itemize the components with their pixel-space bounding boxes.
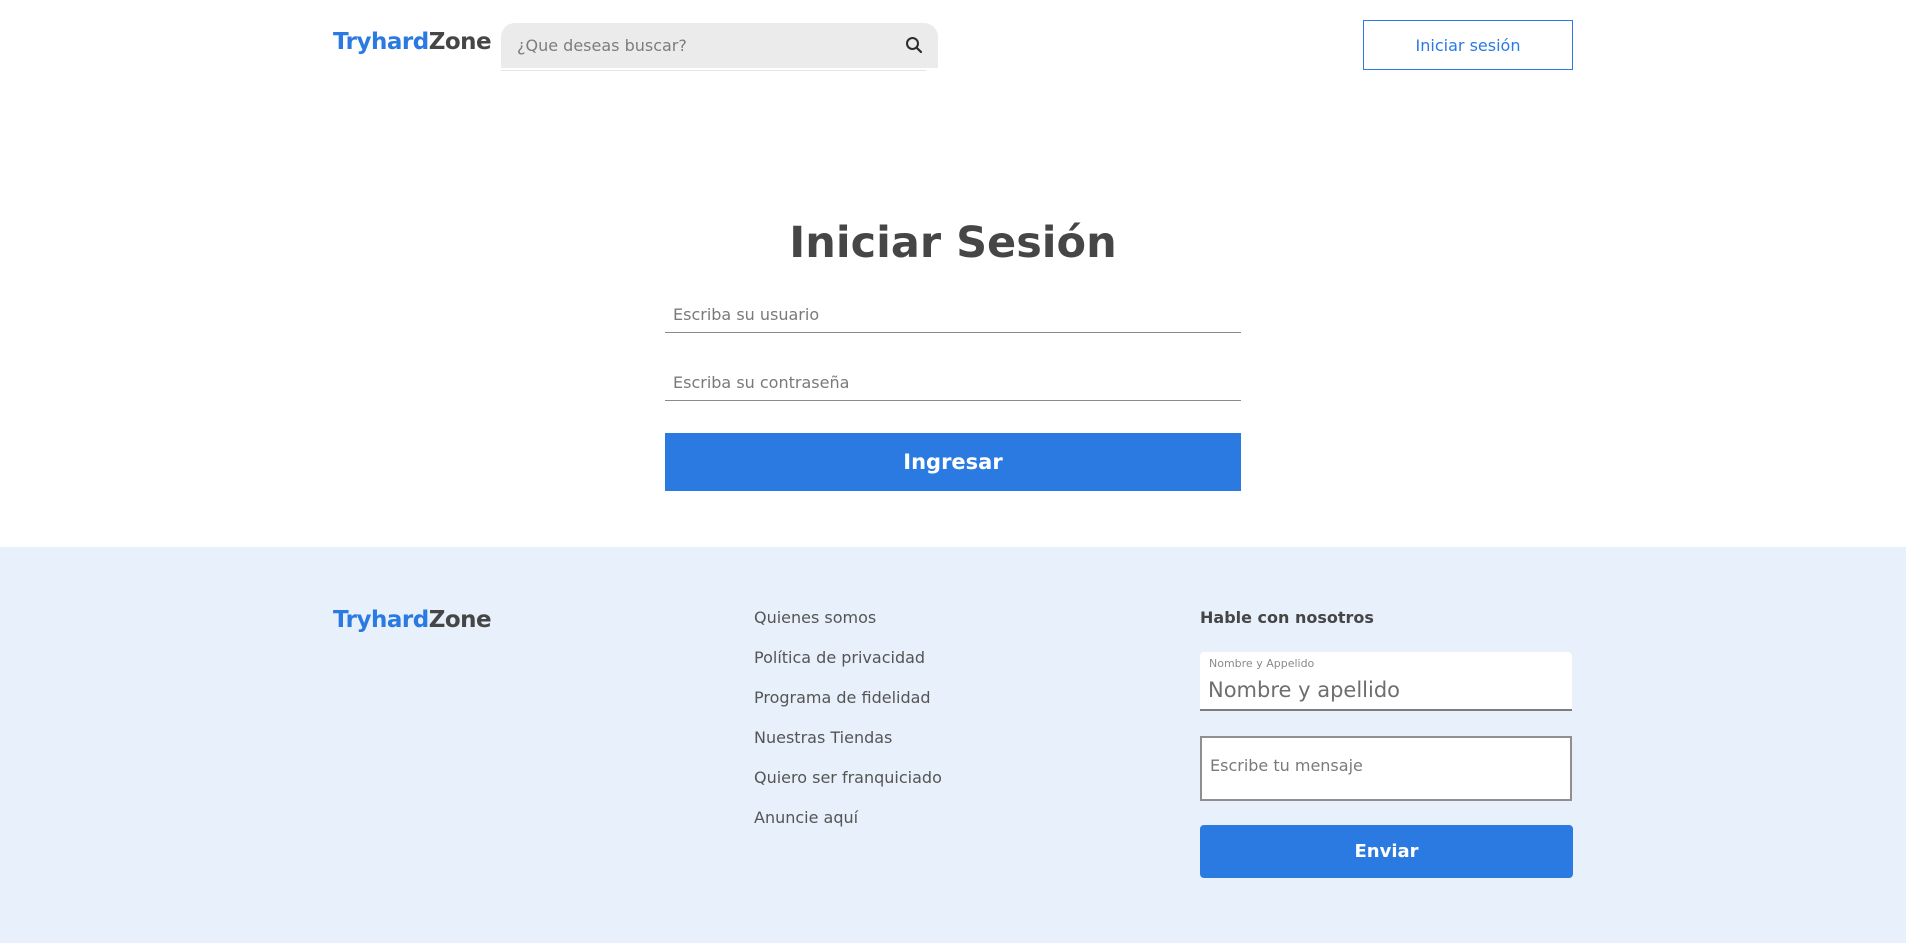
name-input[interactable] [1208, 674, 1563, 706]
footer-link-item: Quienes somos [754, 608, 942, 648]
footer-link-item: Política de privacidad [754, 648, 942, 688]
footer-logo[interactable]: TryhardZone [333, 607, 492, 633]
header-login-button[interactable]: Iniciar sesión [1363, 20, 1573, 70]
send-button[interactable]: Enviar [1200, 825, 1573, 878]
footer-link-item: Nuestras Tiendas [754, 728, 942, 768]
link-quienes-somos[interactable]: Quienes somos [754, 608, 876, 627]
link-nuestras-tiendas[interactable]: Nuestras Tiendas [754, 728, 892, 747]
username-field-wrapper [665, 297, 1241, 333]
link-anuncie-aqui[interactable]: Anuncie aquí [754, 808, 858, 827]
login-submit-button[interactable]: Ingresar [665, 433, 1241, 491]
logo-part-2: Zone [428, 29, 492, 55]
footer-link-item: Programa de fidelidad [754, 688, 942, 728]
footer-links: Quienes somos Política de privacidad Pro… [754, 608, 942, 848]
link-politica-privacidad[interactable]: Política de privacidad [754, 648, 925, 667]
search-bar [501, 23, 938, 71]
logo-part-2: Zone [428, 607, 492, 633]
message-textarea[interactable] [1202, 738, 1570, 799]
logo-part-1: Tryhard [333, 607, 429, 633]
link-programa-fidelidad[interactable]: Programa de fidelidad [754, 688, 931, 707]
name-field-label: Nombre y Appelido [1209, 657, 1315, 670]
footer-link-item: Quiero ser franquiciado [754, 768, 942, 808]
name-field-wrapper: Nombre y Appelido [1200, 652, 1572, 711]
contact-title: Hable con nosotros [1200, 608, 1374, 627]
page-title: Iniciar Sesión [789, 218, 1117, 268]
site-header: TryhardZone Iniciar sesión [0, 0, 1906, 90]
footer-link-item: Anuncie aquí [754, 808, 942, 848]
password-input[interactable] [665, 365, 1241, 400]
logo-part-1: Tryhard [333, 29, 429, 55]
site-footer: TryhardZone Quienes somos Política de pr… [0, 547, 1906, 943]
search-icon[interactable] [904, 35, 924, 55]
link-franquiciado[interactable]: Quiero ser franquiciado [754, 768, 942, 787]
search-input[interactable] [517, 23, 887, 68]
message-field-wrapper [1200, 736, 1572, 801]
username-input[interactable] [665, 297, 1241, 332]
header-logo[interactable]: TryhardZone [333, 29, 492, 55]
password-field-wrapper [665, 365, 1241, 401]
